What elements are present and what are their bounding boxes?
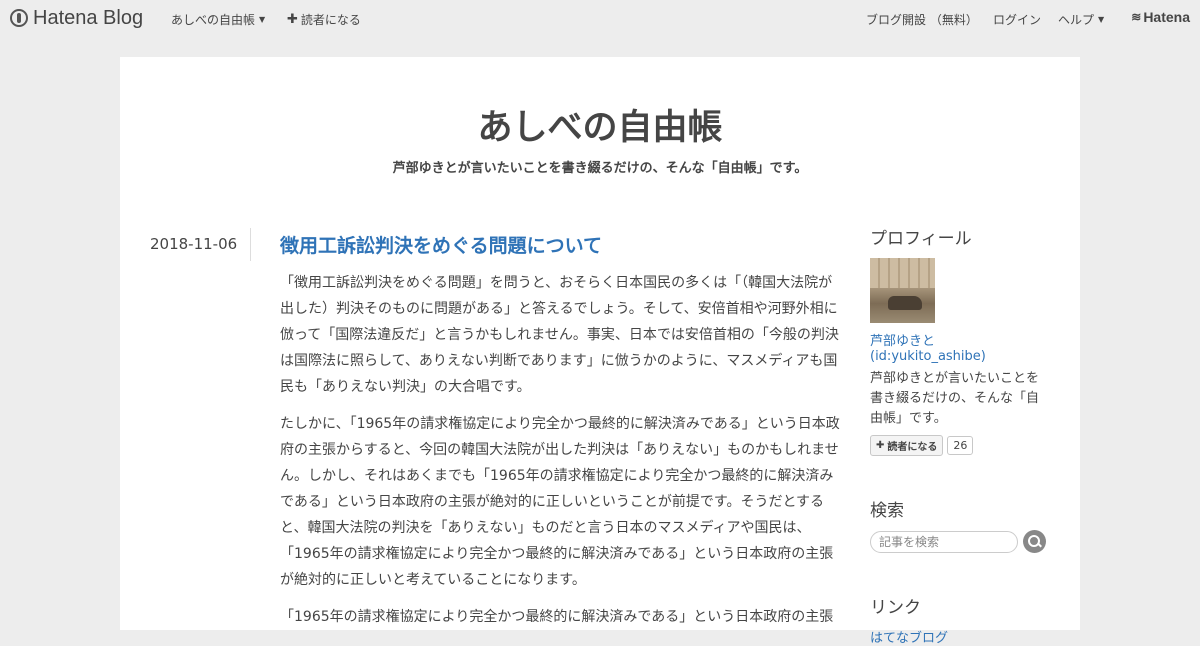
entry-paragraph: 「徴用工訴訟判決をめぐる問題」を問うと、おそらく日本国民の多くは「（韓国大法院が… (280, 275, 839, 395)
login-link[interactable]: ログイン (993, 11, 1041, 28)
subscriber-count-badge[interactable]: 26 (947, 436, 974, 455)
blog-container: あしべの自由帳 芦部ゆきとが言いたいことを書き綴るだけの、そんな「自由帳」です。… (120, 57, 1080, 646)
profile-avatar[interactable] (870, 258, 935, 323)
avatar-building-image (870, 258, 935, 288)
entry-body: 「徴用工訴訟判決をめぐる問題」を問うと、おそらく日本国民の多くは「（韓国大法院が… (280, 270, 842, 641)
hatena-blog-logo-icon (10, 9, 28, 27)
subscribe-row: ✚ 読者になる 26 (870, 435, 1050, 456)
entry-paragraph: たしかに、「1965年の請求権協定により完全かつ最終的に解決済みである」という日… (280, 416, 840, 588)
search-input[interactable] (870, 530, 1018, 553)
links-heading: リンク (870, 598, 921, 618)
logo-text: Hatena Blog (33, 6, 144, 29)
profile-description: 芦部ゆきとが言いたいことを書き綴るだけの、そんな「自由帳」です。 (870, 371, 1040, 426)
blog-menu-dropdown[interactable]: あしべの自由帳 ▼ (171, 11, 265, 28)
caret-down-icon: ▼ (259, 15, 266, 24)
help-label: ヘルプ (1058, 13, 1095, 27)
profile-name-link[interactable]: 芦部ゆきと (id:yukito_ashibe) (870, 330, 1050, 364)
header-subscribe-label: 読者になる (300, 13, 361, 27)
hatena-brand-icon: ≋ (1131, 10, 1141, 24)
blog-description: 芦部ゆきとが言いたいことを書き綴るだけの、そんな「自由帳」です。 (392, 161, 808, 176)
search-module: 検索 (870, 496, 1050, 553)
help-dropdown[interactable]: ヘルプ ▼ (1058, 11, 1104, 28)
entry-title[interactable]: 徴用工訴訟判決をめぐる問題について (280, 231, 602, 258)
search-heading: 検索 (870, 501, 904, 521)
sidebar-subscribe-label: 読者になる (887, 442, 938, 453)
hatena-brand-label: Hatena (1143, 9, 1190, 25)
hatena-blog-logo[interactable]: Hatena Blog (10, 7, 143, 29)
search-icon[interactable] (1023, 530, 1046, 553)
avatar-car-image (888, 296, 922, 310)
plus-icon: ✚ (876, 440, 885, 451)
blog-menu-label: あしべの自由帳 (171, 13, 256, 27)
plus-icon: ✚ (287, 12, 298, 27)
hatena-brand-link[interactable]: ≋ Hatena (1131, 9, 1190, 25)
sidebar-subscribe-button[interactable]: ✚ 読者になる (870, 435, 944, 456)
profile-module: プロフィール 芦部ゆきと (id:yukito_ashibe) 芦部ゆきとが言い… (870, 224, 1050, 456)
links-module: リンク はてなブログ (870, 593, 1050, 646)
search-box (870, 530, 1050, 553)
global-header: Hatena Blog あしべの自由帳 ▼ ✚ 読者になる ブログ開設 （無料）… (0, 0, 1200, 36)
sidebar: プロフィール 芦部ゆきと (id:yukito_ashibe) 芦部ゆきとが言い… (870, 224, 1050, 646)
open-blog-link[interactable]: ブログ開設 （無料） (866, 11, 978, 28)
entry-date[interactable]: 2018-11-06 (150, 235, 237, 253)
entry-paragraph: 「1965年の請求権協定により完全かつ最終的に解決済みである」という日本政府の主… (280, 609, 834, 625)
caret-down-icon: ▼ (1098, 15, 1105, 24)
header-subscribe-button[interactable]: ✚ 読者になる (287, 11, 361, 28)
profile-heading: プロフィール (870, 229, 972, 249)
entry-date-divider (250, 228, 251, 261)
blog-title[interactable]: あしべの自由帳 (120, 108, 1080, 148)
